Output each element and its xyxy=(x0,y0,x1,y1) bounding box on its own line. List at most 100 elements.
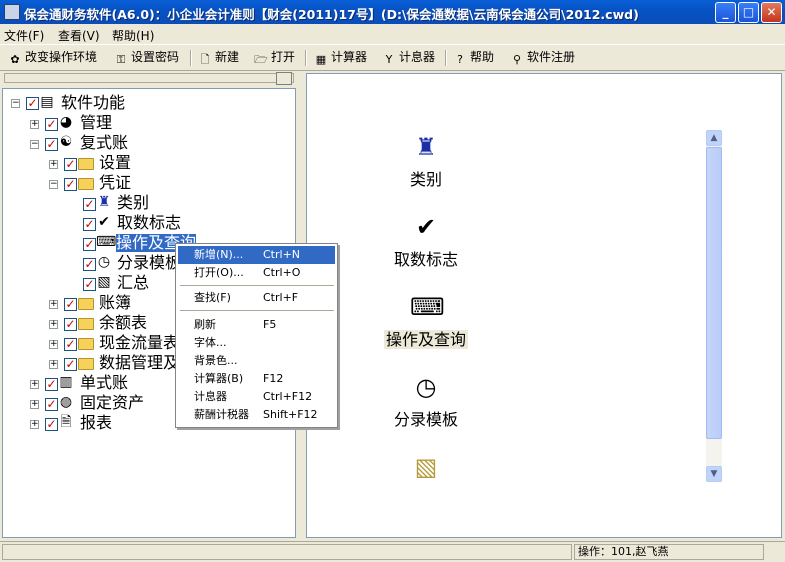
expand-toggle[interactable]: + xyxy=(49,320,58,329)
tree-item-category[interactable]: 类别 xyxy=(117,194,149,212)
open-button[interactable]: 🗁 打开 xyxy=(254,48,295,67)
tree-item-single-ledger[interactable]: 单式账 xyxy=(80,374,128,392)
main-item-fetch-flag[interactable]: ✔ 取数标志 xyxy=(366,212,486,270)
context-menu: 新增(N)... Ctrl+N 打开(O)... Ctrl+O 查找(F) Ctrl+… xyxy=(175,243,338,428)
register-icon: ⚲ xyxy=(512,53,522,66)
ctx-item-find[interactable]: 查找(F) Ctrl+F xyxy=(178,289,335,307)
expand-toggle[interactable]: + xyxy=(30,120,39,129)
menu-help[interactable]: 帮助(H) xyxy=(112,27,154,44)
status-operator: 操作：101,赵飞燕 xyxy=(574,544,764,560)
tree-checkbox[interactable]: ✓ xyxy=(45,118,58,131)
tree-checkbox[interactable]: ✓ xyxy=(45,418,58,431)
collapse-toggle[interactable]: − xyxy=(11,99,20,108)
tree-checkbox[interactable]: ✓ xyxy=(83,238,96,251)
vertical-scrollbar[interactable]: ▲ ▼ xyxy=(706,130,722,482)
scroll-down-icon[interactable]: ▼ xyxy=(706,466,722,482)
check-mark-icon: ✔ xyxy=(415,213,437,241)
tree-item-double-ledger[interactable]: 复式账 xyxy=(80,134,128,152)
close-button[interactable]: ✕ xyxy=(761,2,782,23)
new-button[interactable]: 🗋 新建 xyxy=(198,48,239,67)
ctx-item-calculator[interactable]: 计算器(B) F12 xyxy=(178,370,335,388)
expand-toggle[interactable]: + xyxy=(49,160,58,169)
summary-docs-icon: ▧ xyxy=(414,453,438,481)
tree-item-summary[interactable]: 汇总 xyxy=(117,274,149,292)
calculator-button[interactable]: ▦ 计算器 xyxy=(314,48,367,67)
ctx-item-abacus[interactable]: 计息器 Ctrl+F12 xyxy=(178,388,335,406)
tree-checkbox[interactable]: ✓ xyxy=(64,298,77,311)
tree-checkbox[interactable]: ✓ xyxy=(83,258,96,271)
ctx-item-salary-tax[interactable]: 薪酬计税器 Shift+F12 xyxy=(178,406,335,424)
register-button[interactable]: ⚲ 软件注册 xyxy=(510,48,575,67)
expand-toggle[interactable]: + xyxy=(30,420,39,429)
tree-checkbox[interactable]: ✓ xyxy=(64,338,77,351)
tree-item-settings[interactable]: 设置 xyxy=(99,154,131,172)
tree-checkbox[interactable]: ✓ xyxy=(45,138,58,151)
tree-checkbox[interactable]: ✓ xyxy=(83,218,96,231)
resize-grip-icon[interactable] xyxy=(766,544,783,560)
ctx-item-open[interactable]: 打开(O)... Ctrl+O xyxy=(178,264,335,282)
tree-checkbox[interactable]: ✓ xyxy=(64,178,77,191)
menu-view[interactable]: 查看(V) xyxy=(58,27,100,44)
folder-icon xyxy=(78,158,94,170)
toolbar-separator xyxy=(305,50,307,66)
ctx-item-refresh[interactable]: 刷新 F5 xyxy=(178,316,335,334)
tree-item-balance-sheet[interactable]: 余额表 xyxy=(99,314,147,332)
tree-checkbox[interactable]: ✓ xyxy=(64,158,77,171)
expand-toggle[interactable]: + xyxy=(49,300,58,309)
expand-toggle[interactable]: + xyxy=(49,340,58,349)
ctx-item-bgcolor[interactable]: 背景色... xyxy=(178,352,335,370)
tree-checkbox[interactable]: ✓ xyxy=(64,358,77,371)
tree-item-fetch-flag[interactable]: 取数标志 xyxy=(117,214,181,232)
help-button[interactable]: ? 帮助 xyxy=(453,48,494,67)
tree-checkbox[interactable]: ✓ xyxy=(83,278,96,291)
tree-item-books[interactable]: 账簿 xyxy=(99,294,131,312)
single-ledger-icon: ▥ xyxy=(59,374,73,390)
menu-bar: 文件(F) 查看(V) 帮助(H) xyxy=(0,24,785,43)
main-item-entry-template[interactable]: ◷ 分录模板 xyxy=(366,372,486,430)
main-item-op-query[interactable]: ⌨ 操作及查询 xyxy=(366,292,486,350)
expand-toggle[interactable]: + xyxy=(30,380,39,389)
expand-toggle[interactable]: + xyxy=(49,360,58,369)
change-env-button[interactable]: ✿ 改变操作环境 xyxy=(8,48,97,67)
tree-item-root[interactable]: 软件功能 xyxy=(61,94,125,112)
yin-yang-icon: ☯ xyxy=(59,134,73,150)
ctx-item-font[interactable]: 字体... xyxy=(178,334,335,352)
main-item-summary[interactable]: ▧ xyxy=(366,452,486,486)
ink-pot-icon: ♜ xyxy=(415,133,437,161)
tree-item-manage[interactable]: 管理 xyxy=(80,114,112,132)
tree-item-reports[interactable]: 报表 xyxy=(80,414,112,432)
tree-item-data-mgmt[interactable]: 数据管理及 xyxy=(99,354,179,372)
folder-icon xyxy=(78,358,94,370)
environment-icon: ✿ xyxy=(10,53,20,66)
scroll-up-icon[interactable]: ▲ xyxy=(706,130,722,146)
ctx-item-new[interactable]: 新增(N)... Ctrl+N xyxy=(178,246,335,264)
pane-splitter[interactable] xyxy=(4,73,294,83)
tree-item-entry-template[interactable]: 分录模板 xyxy=(117,254,181,272)
collapse-toggle[interactable]: − xyxy=(30,140,39,149)
tree-checkbox[interactable]: ✓ xyxy=(26,97,39,110)
collapse-toggle[interactable]: − xyxy=(49,180,58,189)
tree-checkbox[interactable]: ✓ xyxy=(45,378,58,391)
tree-item-fixed-assets[interactable]: 固定资产 xyxy=(80,394,144,412)
tree-checkbox[interactable]: ✓ xyxy=(64,318,77,331)
expand-toggle[interactable]: + xyxy=(30,400,39,409)
minimize-button[interactable]: _ xyxy=(715,2,736,23)
tree-checkbox[interactable]: ✓ xyxy=(83,198,96,211)
tree-item-voucher[interactable]: 凭证 xyxy=(99,174,131,192)
summary-docs-icon: ▧ xyxy=(97,274,111,290)
menu-separator xyxy=(180,310,334,311)
main-item-label: 取数标志 xyxy=(393,250,458,269)
abacus-button[interactable]: Y 计息器 xyxy=(382,48,435,67)
clock-doc-icon: ◷ xyxy=(97,254,111,270)
main-item-category[interactable]: ♜ 类别 xyxy=(366,132,486,190)
menu-file[interactable]: 文件(F) xyxy=(4,27,44,44)
open-folder-icon xyxy=(78,178,94,190)
maximize-button[interactable]: □ xyxy=(738,2,759,23)
scroll-thumb[interactable] xyxy=(706,147,722,439)
clock-doc-icon: ◷ xyxy=(415,373,437,401)
tree-item-cash-flow[interactable]: 现金流量表 xyxy=(99,334,179,352)
set-password-button[interactable]: ⚿ 设置密码 xyxy=(114,48,179,67)
tree-checkbox[interactable]: ✓ xyxy=(45,398,58,411)
splitter-handle[interactable] xyxy=(276,72,292,85)
status-cell-empty xyxy=(2,544,572,560)
